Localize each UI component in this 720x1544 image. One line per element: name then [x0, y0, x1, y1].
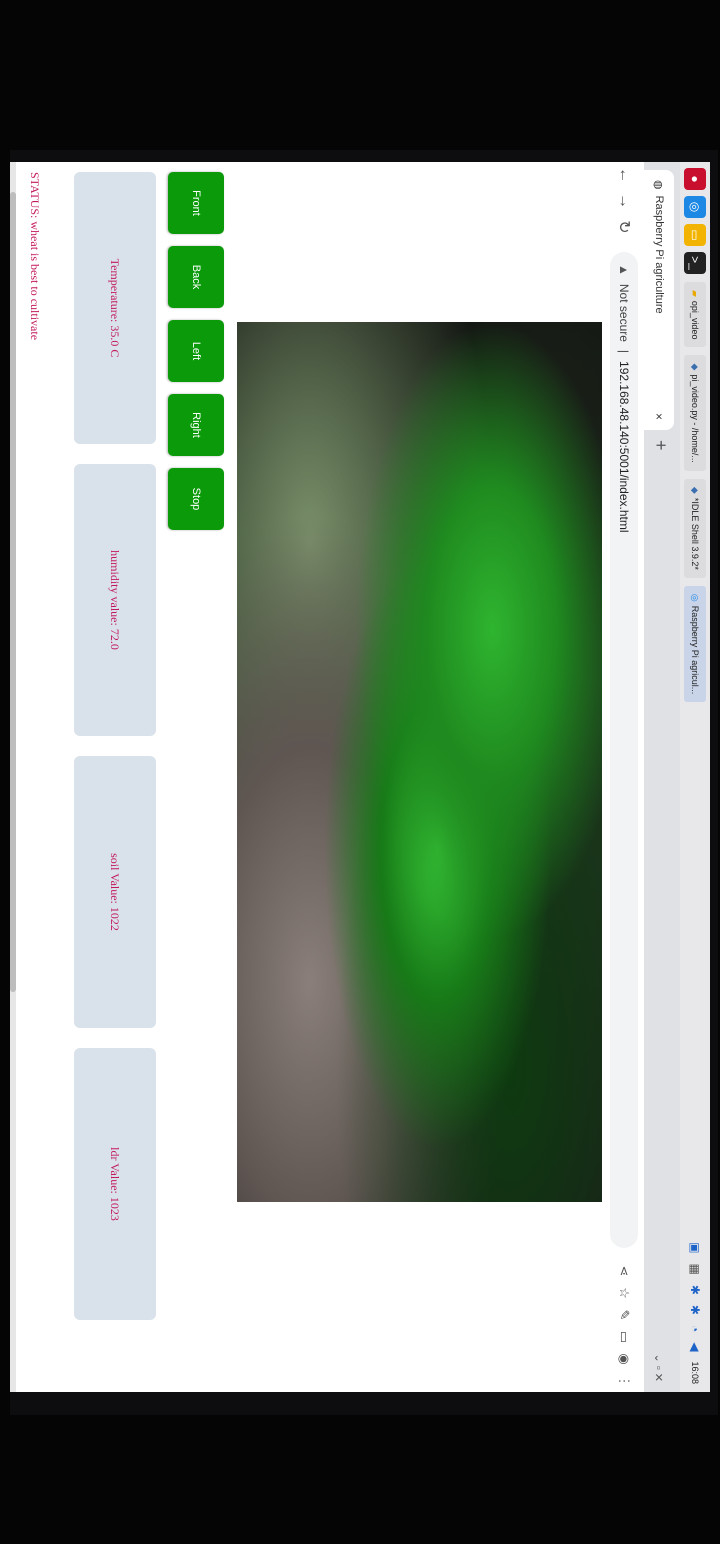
taskbar-task-label: Raspberry Pi agricul...	[690, 605, 700, 695]
folder-icon: ▰	[690, 290, 701, 297]
wifi-icon[interactable]: ◔	[688, 1325, 702, 1332]
raspberry-menu-icon[interactable]: ●	[684, 168, 706, 190]
vnc-icon[interactable]: ▣	[688, 1242, 702, 1253]
taskbar-task-1[interactable]: ▰ opi_video	[684, 282, 706, 348]
file-manager-icon[interactable]: ▭	[684, 224, 706, 246]
menu-icon[interactable]: ⋮	[616, 1370, 632, 1392]
python-icon: ◆	[690, 363, 701, 371]
warning-icon: ▲	[617, 264, 631, 276]
taskbar-task-label: *IDLE Shell 3.9.2*	[690, 497, 700, 570]
camera-feed	[237, 322, 602, 1202]
security-label: Not secure	[617, 283, 631, 342]
temperature-card: Temperature: 35.0 C	[74, 172, 156, 444]
chromium-icon: ◎	[690, 593, 701, 602]
python-icon: ◆	[690, 486, 701, 494]
globe-icon: ◍	[652, 180, 665, 190]
tab-title: Raspberry Pi agriculture	[653, 195, 665, 314]
taskbar-task-label: opi_video	[690, 300, 700, 340]
back-button[interactable]: Back	[168, 246, 224, 308]
left-button[interactable]: Left	[168, 320, 224, 382]
taskbar-task-4[interactable]: ◎ Raspberry Pi agricul...	[684, 585, 706, 703]
system-tray: ▣ ▦ ✱ ✱ ◔ ◀ 16:08	[688, 1242, 702, 1392]
taskbar-task-label: pi_video.py - /home/...	[690, 374, 700, 463]
clock: 16:08	[690, 1361, 700, 1384]
desktop-screen: ● ◎ ▭ >_ ▰ opi_video ◆ pi_video.py - /ho…	[10, 162, 710, 1392]
stop-button[interactable]: Stop	[168, 468, 224, 530]
extensions-icon[interactable]: ✎	[616, 1304, 632, 1326]
taskbar: ● ◎ ▭ >_ ▰ opi_video ◆ pi_video.py - /ho…	[679, 162, 710, 1392]
browser-toolbar: ← → ↻ ▲ Not secure | 192.168.48.140:5001…	[603, 162, 644, 1392]
new-tab-button[interactable]: +	[650, 440, 671, 451]
address-bar[interactable]: ▲ Not secure | 192.168.48.140:5001/index…	[610, 252, 638, 1248]
bluetooth-icon[interactable]: ✱	[688, 1285, 702, 1295]
window-controls[interactable]: ⌄ ▫ ✕	[652, 1354, 665, 1382]
monitor-photo: ● ◎ ▭ >_ ▰ opi_video ◆ pi_video.py - /ho…	[10, 150, 718, 1415]
back-arrow-icon[interactable]: ←	[615, 162, 633, 188]
status-text: STATUS: wheat is best to cultivate	[28, 172, 42, 341]
horizontal-scrollbar[interactable]	[10, 162, 16, 1392]
forward-arrow-icon[interactable]: →	[615, 188, 633, 214]
sidebar-icon[interactable]: ▭	[616, 1326, 632, 1348]
rover-controls: Front Back Left Right Stop	[168, 172, 224, 530]
web-page: Front Back Left Right Stop Temperature: …	[10, 162, 604, 1392]
tab-close-icon[interactable]: ×	[652, 413, 666, 420]
bluetooth-icon-2[interactable]: ✱	[688, 1305, 702, 1315]
profile-icon[interactable]: ◉	[616, 1348, 632, 1370]
share-icon[interactable]: ⋖	[616, 1260, 632, 1282]
volume-icon[interactable]: ◀	[688, 1342, 702, 1351]
reload-icon[interactable]: ↻	[614, 214, 634, 240]
soil-card: soil Value: 1022	[74, 756, 156, 1028]
terminal-icon[interactable]: >_	[684, 252, 706, 274]
separator: |	[617, 349, 631, 354]
browser-tab-strip: ◍ Raspberry Pi agriculture × + ⌄ ▫ ✕	[644, 162, 680, 1392]
url-text: 192.168.48.140:5001/index.html	[617, 361, 631, 533]
front-button[interactable]: Front	[168, 172, 224, 234]
cpu-monitor-icon: ▦	[688, 1263, 702, 1275]
humidity-card: humidity value: 72.0	[74, 464, 156, 736]
taskbar-task-3[interactable]: ◆ *IDLE Shell 3.9.2*	[684, 478, 706, 578]
browser-tab[interactable]: ◍ Raspberry Pi agriculture ×	[644, 170, 674, 430]
browser-launcher-icon[interactable]: ◎	[684, 196, 706, 218]
star-icon[interactable]: ☆	[616, 1282, 632, 1304]
ldr-card: ldr Value: 1023	[74, 1048, 156, 1320]
right-button[interactable]: Right	[168, 394, 224, 456]
scrollbar-thumb[interactable]	[10, 192, 16, 992]
sensor-readings: Temperature: 35.0 C humidity value: 72.0…	[74, 172, 156, 1322]
taskbar-task-2[interactable]: ◆ pi_video.py - /home/...	[684, 355, 706, 471]
